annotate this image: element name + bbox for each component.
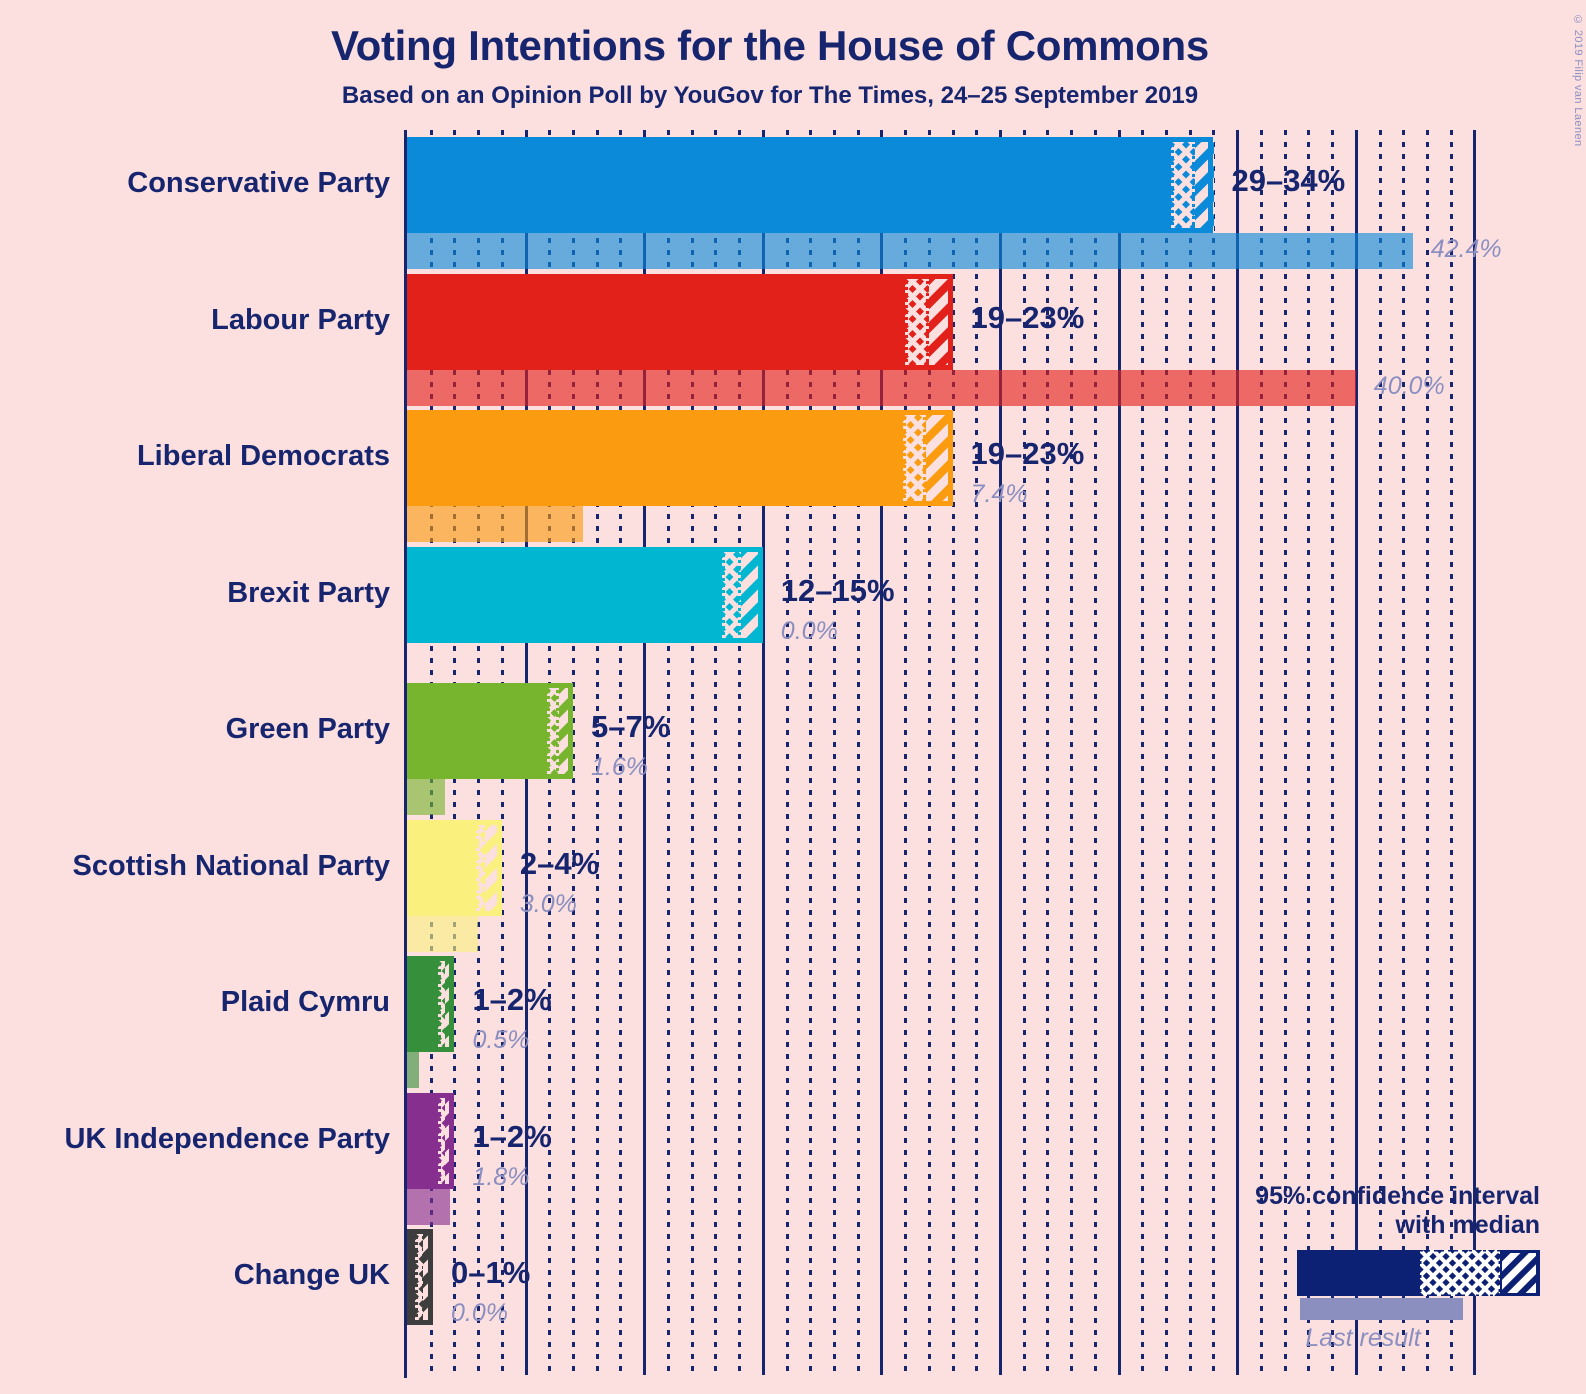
- confidence-interval-bar[interactable]: [407, 683, 574, 779]
- chart-container: Voting Intentions for the House of Commo…: [0, 0, 1586, 1394]
- ci-value-label: 12–15%: [780, 572, 895, 608]
- ci-value-label: 19–23%: [970, 436, 1085, 471]
- party-label-change-uk: Change UK: [233, 1259, 390, 1291]
- last-result-label: 1.8%: [472, 1162, 530, 1191]
- ci-bar-outline: [407, 956, 455, 1052]
- party-label-scottish-national-party: Scottish National Party: [72, 849, 390, 882]
- ci-bar-outline: [407, 1092, 455, 1189]
- confidence-interval-bar[interactable]: [407, 273, 953, 370]
- ci-value-label: 0–1%: [451, 1255, 531, 1290]
- last-result-label: 42.4%: [1430, 235, 1502, 263]
- ci-bar-outline: [407, 137, 1214, 233]
- last-result-bar: [407, 779, 445, 815]
- party-label-plaid-cymru: Plaid Cymru: [220, 986, 390, 1018]
- party-label-uk-independence-party: UK Independence Party: [64, 1122, 390, 1155]
- party-label-brexit-party: Brexit Party: [227, 576, 390, 609]
- last-result-bar: [407, 1188, 450, 1225]
- ci-bar-outline: [407, 546, 763, 643]
- confidence-interval-bar[interactable]: [407, 546, 763, 643]
- party-label-conservative-party: Conservative Party: [127, 167, 390, 199]
- gridline-major: [1117, 130, 1121, 1375]
- ci-value-label: 29–34%: [1231, 163, 1346, 198]
- party-label-labour-party: Labour Party: [211, 303, 390, 336]
- legend-caption-line1: 95% confidence interval: [1255, 1182, 1540, 1210]
- legend-upper-hatch-icon: [1502, 1253, 1536, 1293]
- gridline-minor: [1093, 130, 1097, 1375]
- last-result-bar: [407, 506, 583, 542]
- legend-last-result-bar: [1300, 1298, 1463, 1320]
- last-result-bar: [407, 233, 1413, 269]
- last-result-bar: [407, 915, 479, 952]
- ci-value-label: 2–4%: [519, 845, 600, 881]
- legend-sample-bars: Last result: [1160, 1250, 1540, 1352]
- confidence-interval-bar[interactable]: [407, 819, 503, 916]
- page-subtitle: Based on an Opinion Poll by YouGov for T…: [341, 82, 1199, 109]
- last-result-label: 0.0%: [780, 616, 838, 645]
- confidence-interval-bar[interactable]: [407, 410, 953, 506]
- legend: 95% confidence interval with median Last…: [1160, 1182, 1540, 1352]
- ci-bar-outline: [407, 1229, 433, 1325]
- confidence-interval-bar[interactable]: [407, 1092, 455, 1189]
- ci-value-label: 19–23%: [970, 299, 1085, 335]
- ci-value-label: 1–2%: [472, 1118, 552, 1154]
- legend-last-result-label: Last result: [1305, 1324, 1421, 1352]
- last-result-label: 0.5%: [472, 1026, 530, 1054]
- last-result-label: 40.0%: [1373, 371, 1445, 400]
- last-result-label: 7.4%: [970, 480, 1028, 508]
- copyright-notice: © 2019 Filip van Laenen: [1572, 14, 1584, 147]
- confidence-interval-bar[interactable]: [407, 956, 455, 1052]
- ci-bar-outline: [407, 683, 574, 779]
- confidence-interval-bar[interactable]: [407, 1229, 434, 1325]
- ci-bar-outline: [407, 410, 953, 506]
- gridline-minor: [1141, 130, 1145, 1375]
- page-title: Voting Intentions for the House of Commo…: [331, 22, 1209, 69]
- party-label-green-party: Green Party: [225, 713, 390, 745]
- ci-value-label: 5–7%: [591, 709, 671, 744]
- ci-value-label: 1–2%: [472, 982, 552, 1017]
- last-result-bar: [407, 1052, 419, 1088]
- legend-caption-line2: with median: [1395, 1211, 1540, 1239]
- confidence-interval-bar[interactable]: [407, 137, 1214, 233]
- party-label-liberal-democrats: Liberal Democrats: [136, 440, 390, 472]
- last-result-label: 0.0%: [451, 1299, 508, 1327]
- legend-median-crosshatch-icon: [1420, 1250, 1500, 1296]
- ci-bar-outline: [407, 273, 953, 370]
- last-result-label: 3.0%: [519, 889, 577, 918]
- ci-bar-outline: [407, 819, 502, 916]
- last-result-label: 1.6%: [591, 753, 649, 781]
- last-result-bar: [407, 369, 1356, 406]
- legend-caption: 95% confidence interval with median: [1160, 1182, 1540, 1240]
